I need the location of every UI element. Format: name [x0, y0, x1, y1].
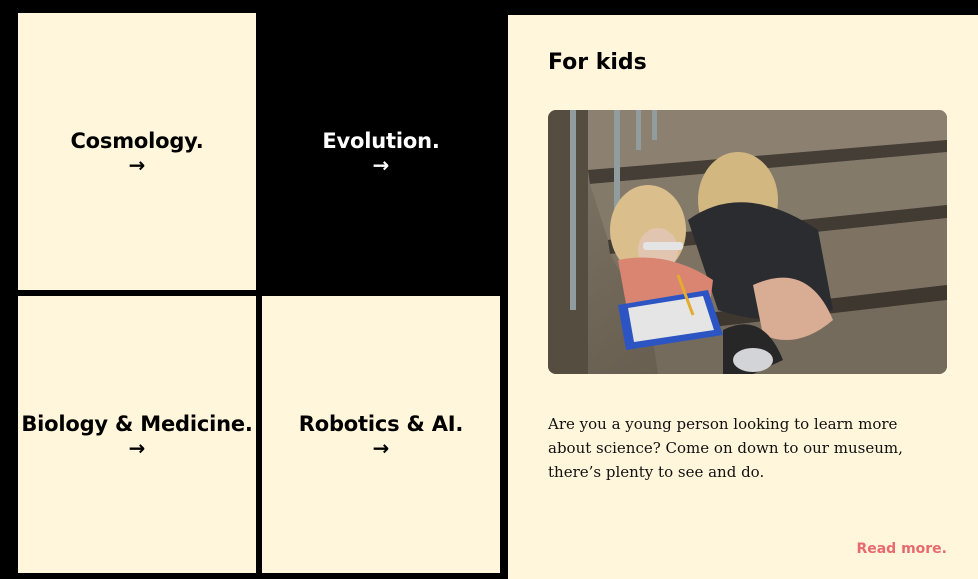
- kids-photo-illustration: [548, 110, 947, 374]
- arrow-right-icon: →: [372, 152, 390, 177]
- tile-robotics-ai[interactable]: Robotics & AI. →: [262, 296, 500, 573]
- tile-cosmology-title: Cosmology.: [70, 128, 204, 153]
- kids-photo: [548, 110, 947, 374]
- for-kids-description: Are you a young person looking to learn …: [548, 415, 903, 481]
- tile-cosmology[interactable]: Cosmology. →: [18, 13, 256, 290]
- tile-evolution-title: Evolution.: [322, 128, 440, 153]
- arrow-right-icon: →: [372, 435, 390, 460]
- read-more-link[interactable]: Read more.: [856, 541, 947, 557]
- tile-evolution[interactable]: Evolution. →: [262, 13, 500, 290]
- tile-biology-medicine[interactable]: Biology & Medicine. →: [18, 296, 256, 573]
- tile-robotics-ai-title: Robotics & AI.: [298, 411, 464, 436]
- arrow-right-icon: →: [128, 152, 146, 177]
- for-kids-panel: For kids Are you a young person looking …: [508, 15, 978, 579]
- arrow-right-icon: →: [128, 435, 146, 460]
- for-kids-heading: For kids: [548, 50, 647, 75]
- tile-biology-medicine-title: Biology & Medicine.: [21, 411, 253, 436]
